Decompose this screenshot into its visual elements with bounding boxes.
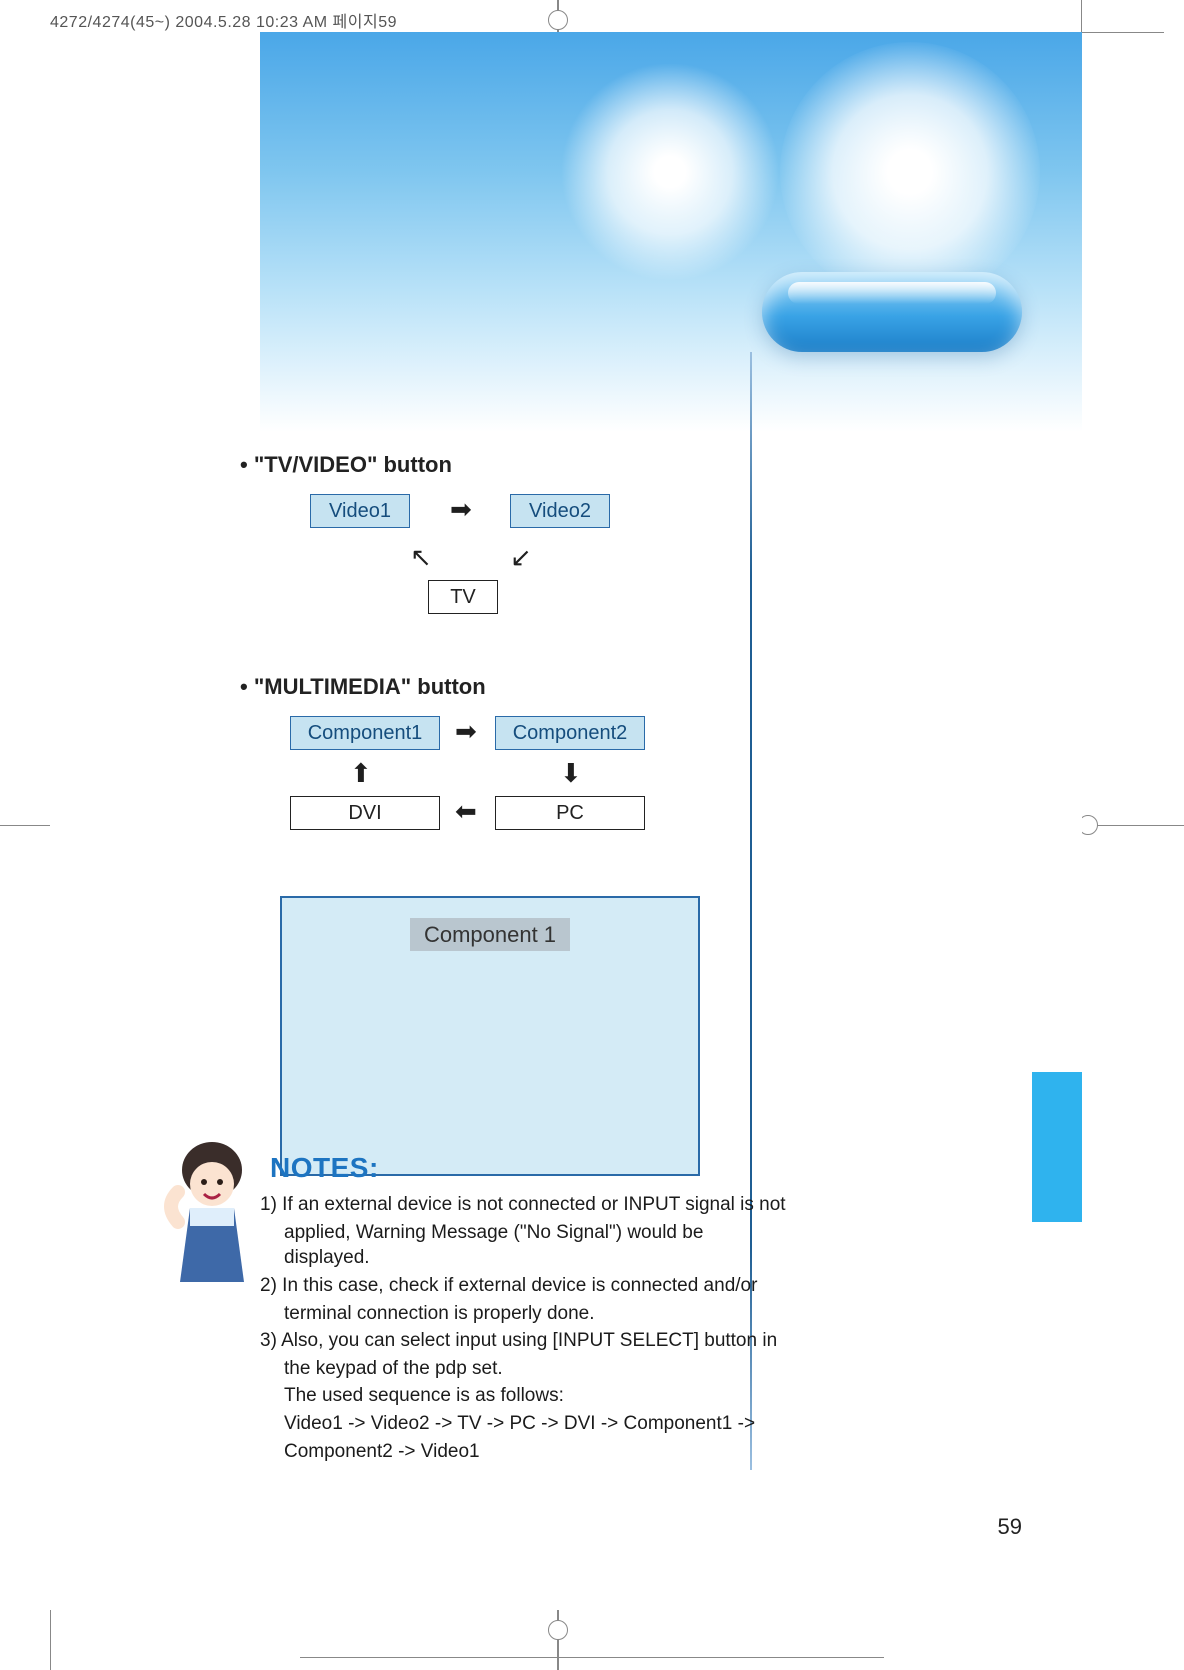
note-line: Video1 -> Video2 -> TV -> PC -> DVI -> C…: [284, 1411, 790, 1437]
notes-title: NOTES:: [270, 1152, 790, 1184]
box-dvi: DVI: [290, 796, 440, 830]
registration-mark: [300, 1657, 884, 1658]
dandelion-graphic: [780, 42, 1040, 302]
note-line: The used sequence is as follows:: [284, 1383, 790, 1409]
page-body: "TV/VIDEO" button Video1 ➡ Video2 ↖ ↙ TV…: [50, 32, 1082, 1610]
multimedia-diagram: Component1 ➡ Component2 ⬆ ⬇ DVI ⬅ PC: [290, 716, 760, 856]
pill-graphic: [762, 272, 1022, 352]
arrow-up-left-icon: ↖: [410, 542, 432, 573]
main-content: "TV/VIDEO" button Video1 ➡ Video2 ↖ ↙ TV…: [240, 452, 760, 1176]
registration-mark: [0, 825, 50, 826]
box-component1: Component1: [290, 716, 440, 750]
box-pc: PC: [495, 796, 645, 830]
arrow-up-icon: ⬆: [350, 758, 372, 789]
preview-box: Component 1: [280, 896, 700, 1176]
notes-body: 1) If an external device is not connecte…: [260, 1192, 790, 1464]
box-video2: Video2: [510, 494, 610, 528]
notes-section: NOTES: 1) If an external device is not c…: [160, 1152, 790, 1466]
print-meta-header: 4272/4274(45~) 2004.5.28 10:23 AM 페이지59: [50, 8, 397, 32]
registration-mark: [548, 1620, 568, 1640]
side-tab: [1032, 1072, 1082, 1222]
preview-label: Component 1: [282, 922, 698, 948]
section-title-tvvideo: "TV/VIDEO" button: [240, 452, 760, 478]
note-line: the keypad of the pdp set.: [284, 1356, 790, 1382]
note-line: Component2 -> Video1: [284, 1439, 790, 1465]
box-tv: TV: [428, 580, 498, 614]
arrow-down-icon: ⬇: [560, 758, 582, 789]
arrow-right-icon: ➡: [450, 494, 472, 525]
arrow-right-icon: ➡: [455, 716, 477, 747]
note-line: 3) Also, you can select input using [INP…: [260, 1328, 790, 1354]
box-video1: Video1: [310, 494, 410, 528]
registration-mark: [1094, 825, 1184, 826]
note-line: 1) If an external device is not connecte…: [260, 1192, 790, 1218]
section-title-multimedia: "MULTIMEDIA" button: [240, 674, 760, 700]
registration-mark: [548, 10, 568, 30]
header-banner: [260, 32, 1082, 432]
dandelion-graphic: [560, 62, 780, 282]
preview-label-text: Component 1: [410, 918, 570, 951]
page-number: 59: [998, 1514, 1022, 1540]
tvvideo-diagram: Video1 ➡ Video2 ↖ ↙ TV: [310, 494, 760, 644]
note-line: 2) In this case, check if external devic…: [260, 1273, 790, 1299]
note-line: applied, Warning Message ("No Signal") w…: [284, 1220, 790, 1271]
arrow-down-left-icon: ↙: [510, 542, 532, 573]
arrow-left-icon: ⬅: [455, 796, 477, 827]
note-line: terminal connection is properly done.: [284, 1301, 790, 1327]
box-component2: Component2: [495, 716, 645, 750]
mascot-illustration: [160, 1132, 270, 1292]
